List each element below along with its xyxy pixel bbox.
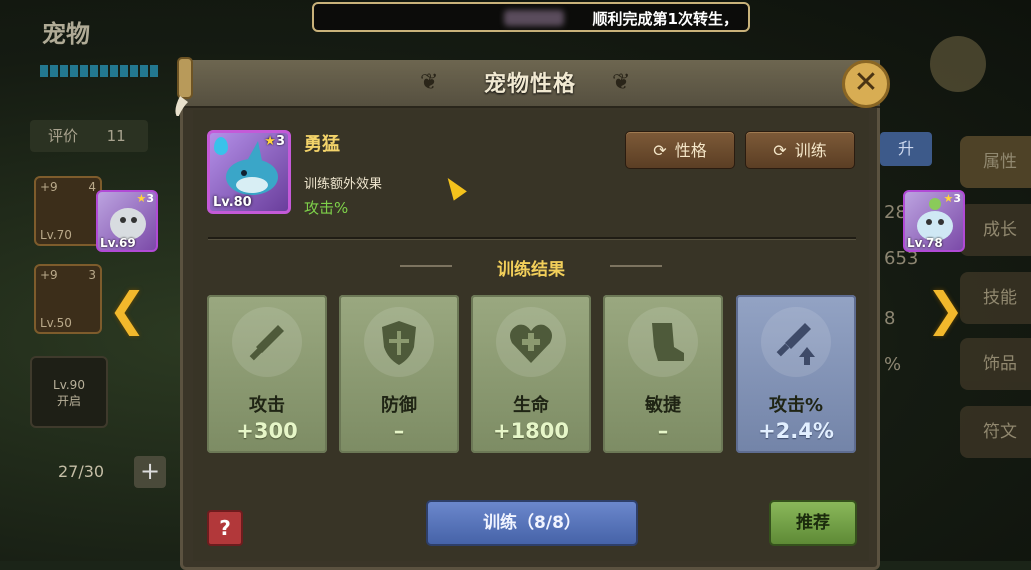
result-card-defense: 防御 –	[339, 295, 459, 453]
personality-button-label: 性格	[674, 141, 707, 160]
close-button[interactable]: ✕	[842, 60, 890, 108]
current-pet-level: Lv.80	[213, 195, 252, 210]
pet-list-card[interactable]: +9 4 Lv.70	[34, 176, 102, 246]
refresh-icon: ⟳	[653, 141, 667, 160]
scroll-pin-icon	[175, 57, 193, 116]
card-stars: 4	[88, 180, 96, 194]
pet-list-card[interactable]: +9 3 Lv.50	[34, 264, 102, 334]
current-pet-portrait: ★3 Lv.80	[207, 130, 291, 214]
locked-slot: Lv.90 开启	[30, 356, 108, 428]
result-label: 敏捷	[645, 395, 681, 416]
tab-accessories[interactable]: 饰品	[960, 338, 1031, 390]
prev-pet-stars: ★3	[136, 192, 154, 205]
partial-upgrade-button: 升	[880, 132, 932, 166]
shield-icon	[364, 307, 434, 377]
training-bonus-value: 攻击%	[304, 199, 349, 217]
background-close-button	[930, 36, 986, 92]
section-divider	[208, 237, 856, 240]
result-card-agility: 敏捷 –	[603, 295, 723, 453]
result-value: +300	[236, 419, 298, 443]
prev-pet-portrait[interactable]: ★3 Lv.69	[96, 190, 158, 252]
sword-icon	[232, 307, 302, 377]
tab-attributes[interactable]: 属性	[960, 136, 1031, 188]
add-slot-button[interactable]: +	[134, 456, 166, 488]
current-pet-stars: ★3	[264, 134, 285, 149]
result-label: 防御	[381, 395, 417, 416]
partial-stat: %	[884, 354, 902, 375]
rating-value: 11	[106, 127, 126, 145]
result-value: –	[657, 419, 669, 443]
train-tab-button[interactable]: ⟳ 训练	[745, 131, 855, 169]
result-value: +2.4%	[758, 419, 834, 443]
locked-status: 开启	[56, 394, 81, 408]
training-results-title: 训练结果	[497, 260, 565, 280]
help-button[interactable]: ?	[207, 510, 243, 546]
prev-pet-level: Lv.69	[100, 236, 136, 250]
heart-plus-icon	[496, 307, 566, 377]
result-label: 生命	[513, 395, 549, 416]
next-pet-portrait[interactable]: ★3 Lv.78	[903, 190, 965, 252]
modal-title: 宠物性格	[483, 72, 576, 97]
rating-box: 评价 11	[30, 120, 148, 152]
tab-growth[interactable]: 成长	[960, 204, 1031, 256]
boot-icon	[628, 307, 698, 377]
tab-runes[interactable]: 符文	[960, 406, 1031, 458]
card-level: Lv.70	[40, 228, 72, 242]
next-pet-level: Lv.78	[907, 236, 943, 250]
rating-label: 评价	[48, 127, 79, 145]
personality-name: 勇猛	[304, 134, 340, 155]
prev-pet-arrow-icon[interactable]: ❮	[108, 282, 147, 336]
train-tab-button-label: 训练	[794, 141, 827, 160]
water-element-icon	[214, 137, 228, 155]
train-button[interactable]: 训练（8/8）	[426, 500, 638, 546]
training-bonus-label: 训练额外效果	[304, 177, 383, 192]
blurred-player-name	[504, 10, 564, 26]
tab-skills[interactable]: 技能	[960, 272, 1031, 324]
result-card-attack: 攻击 +300	[207, 295, 327, 453]
result-value: +1800	[492, 419, 570, 443]
refresh-icon: ⟳	[773, 141, 787, 160]
card-level: Lv.50	[40, 316, 72, 330]
pet-screen-title: 宠物	[42, 20, 90, 48]
next-pet-arrow-icon[interactable]: ❯	[926, 282, 965, 336]
partial-stat: 8	[884, 308, 896, 329]
announcement-banner: 顺利完成第1次转生，	[312, 2, 750, 32]
result-label: 攻击%	[768, 395, 824, 416]
result-value: –	[393, 419, 405, 443]
result-card-attack-percent: 攻击% +2.4%	[736, 295, 856, 453]
locked-level: Lv.90	[53, 378, 85, 392]
result-card-health: 生命 +1800	[471, 295, 591, 453]
result-label: 攻击	[249, 395, 285, 416]
next-pet-stars: ★3	[943, 192, 961, 205]
card-plus: +9	[40, 180, 58, 194]
card-plus: +9	[40, 268, 58, 282]
card-stars: 3	[88, 268, 96, 282]
announcement-text: 顺利完成第1次转生，	[592, 10, 738, 28]
pet-count: 27/30	[58, 462, 105, 481]
sword-up-icon	[761, 307, 831, 377]
personality-button[interactable]: ⟳ 性格	[625, 131, 735, 169]
recommend-button[interactable]: 推荐	[769, 500, 857, 546]
